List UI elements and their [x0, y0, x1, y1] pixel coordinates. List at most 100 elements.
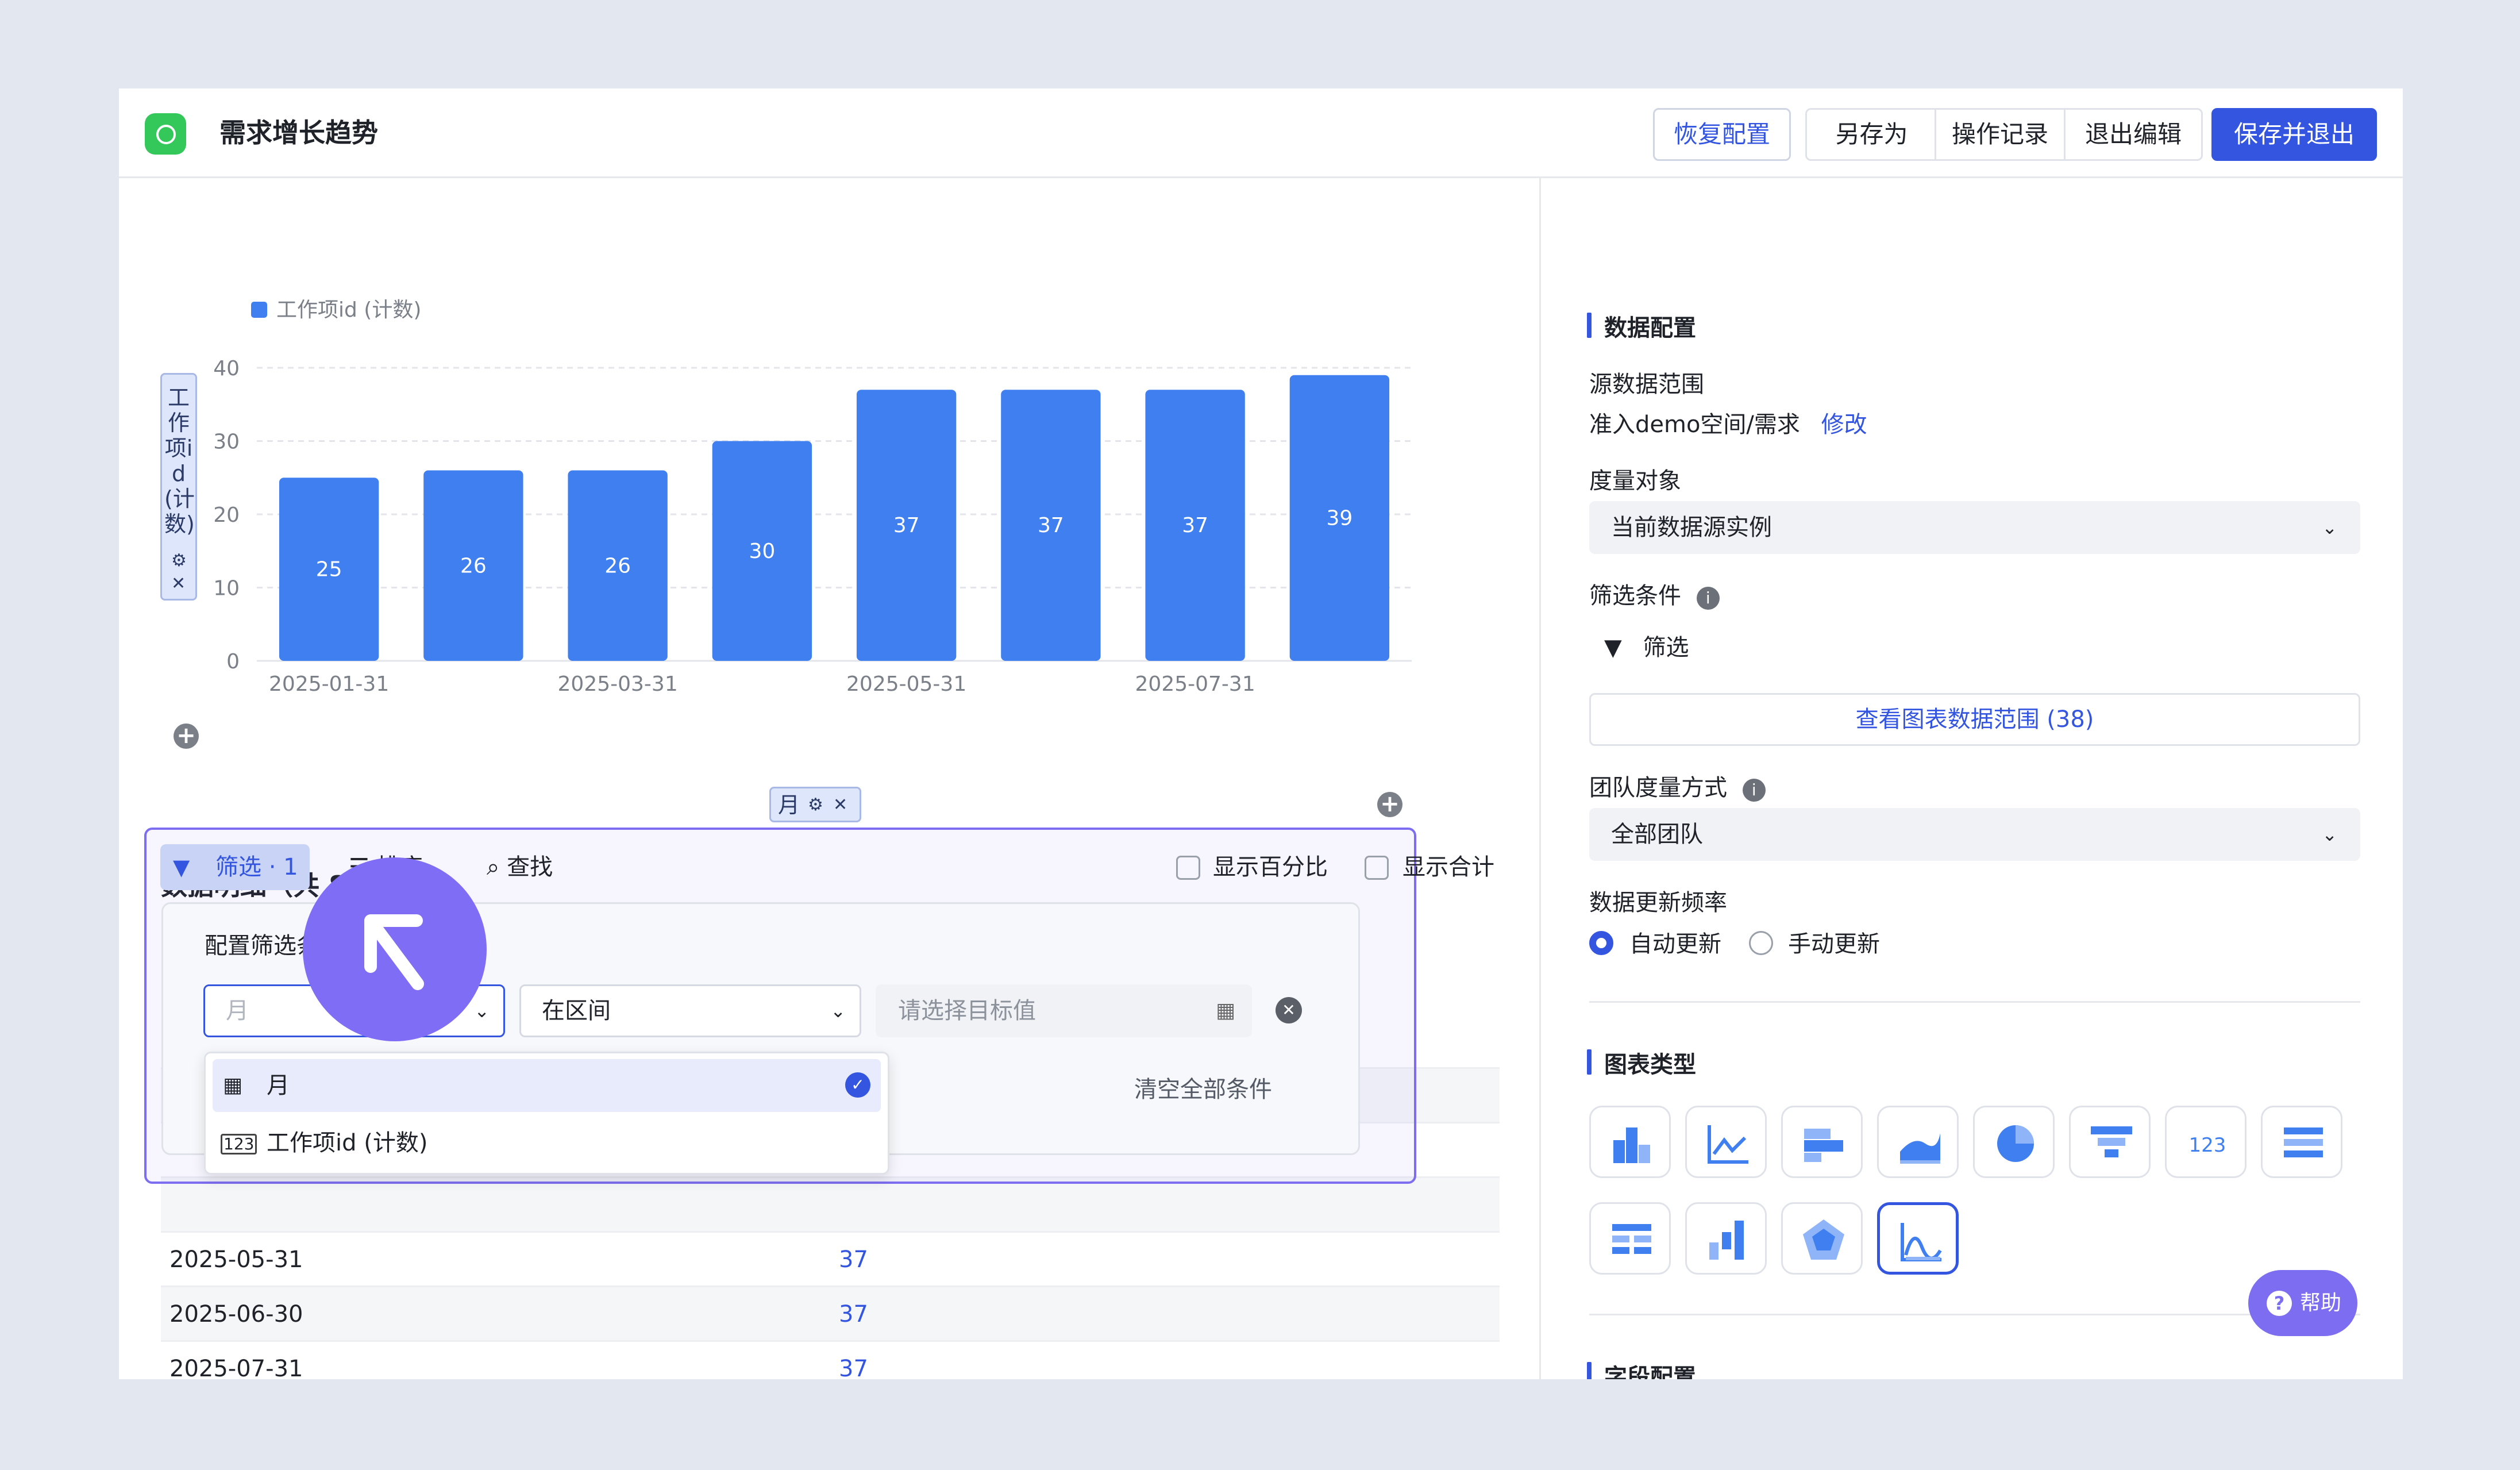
filter-value-placeholder: 请选择目标值 [898, 998, 1036, 1024]
total-label: 显示合计 [1402, 854, 1494, 880]
divider [1589, 1001, 2360, 1003]
chart-type-radar[interactable] [1781, 1202, 1863, 1275]
table-row: 2025-05-31 37 [161, 1233, 1500, 1287]
bar-data-label: 39 [1326, 506, 1353, 530]
auto-refresh-radio[interactable] [1589, 931, 1613, 955]
close-icon[interactable]: ✕ [833, 793, 847, 817]
exit-edit-button[interactable]: 退出编辑 [2064, 108, 2203, 161]
sidebar-filter-button[interactable]: ▼ 筛选 [1604, 629, 1689, 662]
chart-type-waterfall[interactable] [1685, 1202, 1767, 1275]
y-axis-field-label: 工作项id (计数) [164, 385, 195, 537]
source-value-text: 准入demo空间/需求 [1589, 411, 1800, 438]
dropdown-option-month[interactable]: ▦ 月 ✓ [213, 1059, 881, 1112]
section-accent [1587, 1049, 1592, 1075]
total-checkbox[interactable] [1365, 856, 1389, 880]
bar-data-label: 37 [1038, 514, 1064, 537]
chart-type-area[interactable] [1877, 1106, 1959, 1178]
filter-chip-label: 筛选 · 1 [215, 854, 298, 880]
filter-icon: ▼ [173, 855, 190, 880]
chart-type-bar[interactable] [1589, 1106, 1671, 1178]
dropdown-option-count[interactable]: 123 工作项id (计数) [213, 1117, 881, 1169]
legend-swatch [251, 302, 267, 318]
chart-type-table[interactable] [1589, 1202, 1671, 1275]
table-row: 2025-06-30 37 [161, 1287, 1500, 1342]
x-tick-label: 2025-01-31 [269, 672, 389, 696]
auto-refresh-label: 自动更新 [1629, 931, 1721, 957]
add-y-field-icon[interactable]: + [174, 724, 199, 749]
table-row [161, 1178, 1500, 1233]
table-row: 2025-07-31 37 [161, 1342, 1500, 1379]
source-edit-link[interactable]: 修改 [1821, 411, 1867, 438]
y-tick-label: 0 [226, 650, 240, 674]
section-accent [1587, 1362, 1592, 1379]
save-and-exit-button[interactable]: 保存并退出 [2211, 108, 2377, 161]
data-config-title: 数据配置 [1604, 315, 1696, 341]
bar-chart: 工作项id (计数) 0 10 20 30 40 25 26 26 30 37 37 37 39 2025-… [213, 298, 1412, 696]
add-x-field-icon[interactable]: + [1377, 792, 1402, 817]
refresh-label: 数据更新频率 [1589, 890, 1727, 916]
editor-window: 需求增长趋势 恢复配置 另存为 操作记录 退出编辑 保存并退出 工作项id (计… [119, 88, 2403, 1379]
section-accent [1587, 313, 1592, 338]
month-cell: 2025-05-31 [169, 1246, 303, 1273]
bar-data-label: 30 [749, 540, 775, 563]
month-cell: 2025-07-31 [169, 1356, 303, 1379]
filter-value-input[interactable]: 请选择目标值 ▦ [876, 984, 1252, 1037]
bar-data-label: 37 [1182, 514, 1208, 537]
source-value: 准入demo空间/需求 修改 [1589, 406, 1867, 439]
calendar-icon[interactable]: ▦ [1216, 986, 1235, 1036]
search-button[interactable]: ⌕ 查找 [487, 844, 553, 890]
info-icon[interactable]: i [1742, 779, 1766, 802]
x-tick-label: 2025-07-31 [1135, 672, 1255, 696]
question-icon: ? [2267, 1291, 2292, 1316]
chart-type-number[interactable]: 123 [2165, 1106, 2247, 1178]
history-button[interactable]: 操作记录 [1935, 108, 2064, 161]
remove-condition-icon[interactable]: ✕ [1276, 997, 1302, 1023]
chart-type-trend[interactable] [1877, 1202, 1959, 1275]
manual-refresh-radio[interactable] [1749, 931, 1773, 955]
x-axis-field-pill[interactable]: 月 ⚙ ✕ [769, 787, 861, 822]
y-axis-field-pill[interactable]: 工作项id (计数) ⚙ ✕ [160, 373, 197, 601]
percent-checkbox[interactable] [1176, 856, 1200, 880]
info-icon[interactable]: i [1696, 587, 1720, 610]
x-tick-label: 2025-03-31 [558, 672, 678, 696]
month-cell: 2025-06-30 [169, 1301, 303, 1327]
app-icon [145, 113, 186, 155]
gear-icon[interactable]: ⚙ [808, 793, 823, 817]
count-cell[interactable]: 37 [839, 1233, 868, 1287]
chevron-down-icon: ⌄ [2322, 517, 2337, 538]
team-value: 全部团队 [1611, 821, 1703, 848]
close-icon[interactable]: ✕ [171, 574, 186, 594]
filter-chip-button[interactable]: ▼ 筛选 · 1 [160, 844, 310, 890]
calendar-icon: ▦ [223, 1073, 243, 1097]
restore-config-button[interactable]: 恢复配置 [1653, 108, 1791, 161]
count-cell[interactable]: 37 [839, 1287, 868, 1342]
y-tick-label: 30 [213, 430, 240, 454]
gear-icon[interactable]: ⚙ [171, 551, 187, 571]
filter-operator-select[interactable]: 在区间 ⌄ [519, 984, 861, 1037]
sidebar-filter-label: 筛选 [1643, 634, 1689, 661]
save-as-button[interactable]: 另存为 [1805, 108, 1936, 161]
check-icon: ✓ [845, 1072, 870, 1098]
chart-type-list[interactable] [2261, 1106, 2342, 1178]
count-cell[interactable]: 37 [839, 1342, 868, 1379]
filter-condition-label: 筛选条件 i [1589, 577, 1720, 610]
help-button[interactable]: ? 帮助 [2248, 1270, 2357, 1336]
legend-label: 工作项id (计数) [276, 298, 421, 322]
team-select[interactable]: 全部团队 ⌄ [1589, 808, 2360, 861]
config-sidebar: 数据配置 源数据范围 准入demo空间/需求 修改 度量对象 当前数据源实例 ⌄… [1539, 178, 2403, 1379]
header-bar: 需求增长趋势 恢复配置 另存为 操作记录 退出编辑 保存并退出 [119, 88, 2403, 178]
chart-preview-area: 工作项id (计数) 0 10 20 30 40 25 26 26 30 37 37 37 39 2025-… [119, 178, 1539, 1379]
view-chart-range-button[interactable]: 查看图表数据范围 (38) [1589, 693, 2360, 746]
cursor-indicator [303, 857, 487, 1041]
filter-condition-text: 筛选条件 [1589, 583, 1681, 609]
chart-type-pie[interactable] [1973, 1106, 2055, 1178]
search-label: 查找 [507, 854, 553, 880]
measure-select[interactable]: 当前数据源实例 ⌄ [1589, 501, 2360, 554]
y-tick-label: 40 [213, 357, 240, 380]
clear-all-conditions-button[interactable]: 清空全部条件 [1134, 1071, 1272, 1104]
chart-type-title: 图表类型 [1604, 1052, 1696, 1078]
measure-label: 度量对象 [1589, 468, 1681, 494]
chart-type-horizontal-bar[interactable] [1781, 1106, 1863, 1178]
chart-type-line[interactable] [1685, 1106, 1767, 1178]
chart-type-funnel[interactable] [2069, 1106, 2151, 1178]
